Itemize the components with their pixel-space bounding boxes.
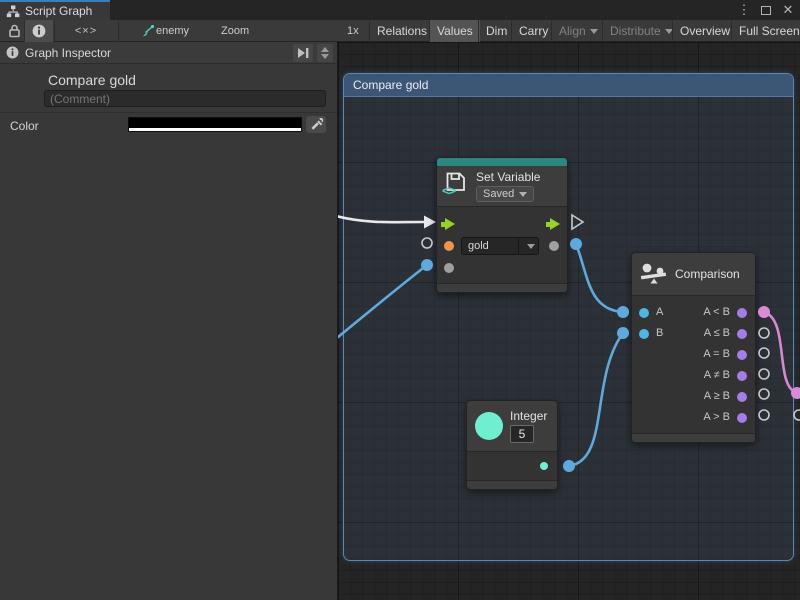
save-variable-icon: <> [445,173,469,199]
title-bar: Script Graph ⋮ ✕ [0,0,800,20]
graph-node-icon [140,20,154,42]
dim-button[interactable]: Dim [479,20,514,42]
info-icon [6,46,19,59]
scope-value: Saved [483,188,514,200]
output-port-lte[interactable] [737,329,747,339]
node-comparison[interactable]: Comparison A B A < B A ≤ B A = B A ≠ B A… [631,252,756,443]
values-button[interactable]: Values [430,20,480,42]
dock-panel-icon[interactable] [293,44,313,62]
variable-value-output-port[interactable] [549,241,559,251]
lock-icon[interactable] [5,20,23,42]
window-menu-icon[interactable]: ⋮ [736,2,752,18]
integer-output-port[interactable] [540,462,548,470]
spinner-up-icon[interactable] [321,47,329,52]
close-icon[interactable]: ✕ [780,2,796,18]
align-label: Align [559,24,586,38]
input-label-a: A [656,306,663,318]
flow-input-port[interactable] [445,218,455,230]
graph-icon [6,5,20,18]
variable-name-port[interactable] [444,241,454,251]
integer-icon [475,412,503,440]
output-port-gt[interactable] [737,413,747,423]
spinner-down-icon[interactable] [321,54,329,59]
node-title: Integer [510,409,547,423]
node-title: Comparison [675,267,740,281]
output-port-neq[interactable] [737,371,747,381]
variable-name-dropdown[interactable]: gold [461,237,539,255]
variable-name-value: gold [462,240,518,252]
output-label-lte: A ≤ B [704,327,730,339]
output-label-gte: A ≥ B [704,390,730,402]
output-label-neq: A ≠ B [704,369,730,381]
tab-title: Script Graph [25,4,92,18]
input-label-b: B [656,327,663,339]
input-port-b[interactable] [639,329,649,339]
group-title: Compare gold [353,78,428,92]
info-icon [32,24,46,38]
maximize-icon[interactable] [758,2,774,18]
output-port-gte[interactable] [737,392,747,402]
panel-spinner[interactable] [317,44,333,62]
input-port-a[interactable] [639,308,649,318]
unconnected-port-ring [794,410,800,420]
variable-accent-strip [437,158,567,166]
output-label-lt: A < B [703,306,730,318]
eyedropper-button[interactable] [306,116,326,133]
output-port-eq[interactable] [737,350,747,360]
tab-script-graph[interactable]: Script Graph [0,0,110,20]
relations-button[interactable]: Relations [370,20,434,42]
output-port-lt[interactable] [737,308,747,318]
graph-ref-label[interactable]: enemy [156,20,189,42]
fullscreen-button[interactable]: Full Screen [732,20,800,42]
graph-toolbar: <×> enemy Zoom 1x Relations Values Dim C… [0,20,800,42]
node-title: Set Variable [476,170,540,184]
output-label-eq: A = B [703,348,730,360]
chevron-down-icon [519,192,527,197]
carry-button[interactable]: Carry [512,20,555,42]
group-header[interactable]: Compare gold [344,74,793,97]
unity-script-graph-window: Script Graph ⋮ ✕ <×> [0,0,800,600]
distribute-dropdown[interactable]: Distribute [603,20,680,42]
zoom-label: Zoom [221,20,249,42]
variable-value-input-port[interactable] [444,263,454,273]
flow-output-port[interactable] [550,218,560,230]
color-alpha-bar [129,128,301,131]
node-set-variable[interactable]: <> Set Variable Saved gold [436,157,568,293]
comparison-scale-icon [640,262,668,286]
overview-button[interactable]: Overview [673,20,737,42]
chevron-down-icon [527,244,535,249]
inspector-toggle-button[interactable] [25,20,53,42]
output-label-gt: A > B [703,411,730,423]
variable-scope-dropdown[interactable]: Saved [476,186,534,202]
eyedropper-icon [310,118,323,131]
graph-canvas[interactable]: Compare gold [337,42,800,600]
zoom-value: 1x [347,20,359,42]
graph-title: Compare gold [48,72,136,88]
node-integer[interactable]: Integer 5 [466,400,558,490]
comment-input[interactable] [44,90,326,107]
graph-inspector-panel: Graph Inspector Compare gold Color [0,42,337,600]
color-field-label: Color [10,119,39,133]
code-view-icon[interactable]: <×> [66,20,106,42]
align-dropdown[interactable]: Align [552,20,605,42]
color-swatch[interactable] [128,117,302,132]
chevron-down-icon [590,29,598,34]
inspector-header-title: Graph Inspector [25,46,111,60]
integer-value-input[interactable]: 5 [510,425,534,443]
distribute-label: Distribute [610,24,661,38]
